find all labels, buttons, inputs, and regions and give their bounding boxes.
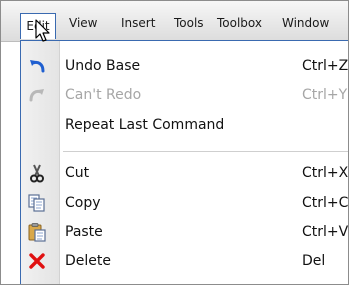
- shortcut-text: Ctrl+X: [302, 165, 349, 181]
- menu-item-cut[interactable]: Cut Ctrl+X: [21, 160, 349, 186]
- menu-item-paste[interactable]: Paste Ctrl+V: [21, 219, 349, 245]
- menu-item-label: Can't Redo: [65, 87, 142, 103]
- shortcut-text: Ctrl+Z: [302, 58, 349, 74]
- menu-item-label: Delete: [65, 253, 111, 269]
- menu-window[interactable]: Window: [282, 13, 329, 33]
- mouse-pointer-icon: [35, 19, 50, 42]
- shortcut-text: Ctrl+Y: [302, 87, 348, 103]
- delete-icon: [29, 253, 45, 269]
- edit-menu-dropdown: Undo Base Ctrl+Z Can't Redo Ctrl+Y Repea…: [20, 40, 349, 284]
- menu-item-undo[interactable]: Undo Base Ctrl+Z: [21, 53, 349, 79]
- shortcut-text: Ctrl+V: [302, 224, 349, 240]
- menu-separator: [63, 151, 348, 152]
- scissors-icon: [30, 164, 44, 183]
- menu-item-label: Paste: [65, 224, 103, 240]
- menu-item-label: Copy: [65, 195, 101, 211]
- menu-item-redo: Can't Redo Ctrl+Y: [21, 82, 348, 108]
- menu-item-label: Undo Base: [65, 58, 141, 74]
- menu-insert[interactable]: Insert: [121, 13, 155, 33]
- menu-item-repeat-last-command[interactable]: Repeat Last Command: [21, 112, 348, 138]
- menu-tools[interactable]: Tools: [174, 13, 204, 33]
- app-window: Edit View Insert Tools Toolbox Window Un…: [0, 0, 349, 285]
- paste-icon: [28, 223, 46, 242]
- menu-toolbox[interactable]: Toolbox: [217, 13, 262, 33]
- shortcut-text: Ctrl+C: [302, 195, 349, 211]
- menu-view[interactable]: View: [69, 13, 97, 33]
- menu-item-copy[interactable]: Copy Ctrl+C: [21, 190, 349, 216]
- redo-icon: [29, 89, 44, 102]
- menu-item-delete[interactable]: Delete Del: [21, 248, 348, 274]
- menu-item-label: Cut: [65, 165, 90, 181]
- menu-bar: Edit View Insert Tools Toolbox Window: [1, 1, 348, 42]
- undo-icon: [30, 60, 45, 73]
- shortcut-text: Del: [302, 253, 326, 269]
- menu-item-label: Repeat Last Command: [65, 117, 225, 133]
- copy-icon: [28, 194, 45, 212]
